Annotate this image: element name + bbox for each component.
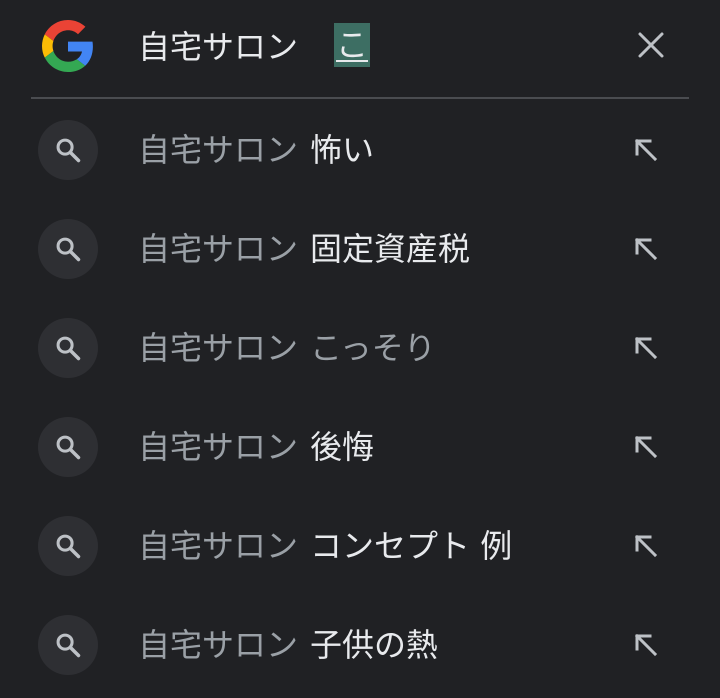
suggestion-suffix: 子供の熱 bbox=[310, 626, 439, 664]
suggestion-suffix: 固定資産税 bbox=[310, 230, 471, 268]
suggestion-text: 自宅サロン 子供の熱 bbox=[138, 623, 438, 667]
suggestion-item[interactable]: 自宅サロン コンセプト 例 bbox=[0, 496, 720, 595]
search-suggestions-screen: 自宅サロン こ 自宅サロン 怖い 自宅サロン 固定資産税 自宅サロン こっそり … bbox=[0, 0, 720, 698]
suggestion-text: 自宅サロン 怖い bbox=[138, 128, 374, 172]
suggestion-suffix: コンセプト 例 bbox=[310, 527, 513, 565]
search-input[interactable]: 自宅サロン こ bbox=[138, 22, 371, 68]
search-bar[interactable]: 自宅サロン こ bbox=[0, 0, 720, 96]
search-icon bbox=[56, 534, 81, 559]
suggestion-text: 自宅サロン コンセプト 例 bbox=[138, 524, 512, 568]
search-icon-circle bbox=[38, 120, 98, 180]
suggestion-item[interactable]: 自宅サロン 子供の熱 bbox=[0, 595, 720, 694]
suggestion-prefix: 自宅サロン bbox=[138, 230, 299, 268]
fill-query-button[interactable] bbox=[624, 623, 668, 667]
arrow-up-left-icon bbox=[634, 237, 658, 261]
suggestion-suffix: こっそり bbox=[310, 329, 436, 367]
clear-search-button[interactable] bbox=[626, 20, 676, 70]
fill-query-button[interactable] bbox=[624, 326, 668, 370]
suggestion-text: 自宅サロン こっそり bbox=[138, 326, 436, 370]
divider bbox=[31, 97, 689, 99]
arrow-up-left-icon bbox=[634, 534, 658, 558]
fill-query-button[interactable] bbox=[624, 425, 668, 469]
suggestion-suffix: 怖い bbox=[310, 131, 375, 169]
fill-query-button[interactable] bbox=[624, 524, 668, 568]
suggestion-prefix: 自宅サロン bbox=[138, 527, 299, 565]
suggestion-item[interactable]: 自宅サロン 怖い bbox=[0, 100, 720, 199]
suggestion-prefix: 自宅サロン bbox=[138, 131, 299, 169]
suggestion-suffix: 後悔 bbox=[310, 428, 375, 466]
suggestion-prefix: 自宅サロン bbox=[138, 329, 299, 367]
search-icon bbox=[56, 138, 81, 163]
suggestion-prefix: 自宅サロン bbox=[138, 428, 299, 466]
suggestion-item[interactable]: 自宅サロン こっそり bbox=[0, 298, 720, 397]
fill-query-button[interactable] bbox=[624, 227, 668, 271]
search-icon-circle bbox=[38, 318, 98, 378]
arrow-up-left-icon bbox=[634, 435, 658, 459]
search-query-text: 自宅サロン bbox=[138, 28, 299, 66]
search-icon bbox=[56, 336, 81, 361]
search-icon bbox=[56, 633, 81, 658]
suggestion-list: 自宅サロン 怖い 自宅サロン 固定資産税 自宅サロン こっそり 自宅サロン 後悔… bbox=[0, 100, 720, 694]
search-icon bbox=[56, 237, 81, 262]
suggestion-item[interactable]: 自宅サロン 後悔 bbox=[0, 397, 720, 496]
search-icon-circle bbox=[38, 417, 98, 477]
arrow-up-left-icon bbox=[634, 336, 658, 360]
suggestion-prefix: 自宅サロン bbox=[138, 626, 299, 664]
google-logo-icon bbox=[42, 20, 93, 72]
search-icon-circle bbox=[38, 219, 98, 279]
suggestion-item[interactable]: 自宅サロン 固定資産税 bbox=[0, 199, 720, 298]
suggestion-text: 自宅サロン 固定資産税 bbox=[138, 227, 470, 271]
close-icon bbox=[638, 32, 664, 58]
arrow-up-left-icon bbox=[634, 633, 658, 657]
search-icon bbox=[56, 435, 81, 460]
arrow-up-left-icon bbox=[634, 138, 658, 162]
search-icon-circle bbox=[38, 615, 98, 675]
fill-query-button[interactable] bbox=[624, 128, 668, 172]
ime-composing-text: こ bbox=[334, 23, 371, 67]
search-icon-circle bbox=[38, 516, 98, 576]
suggestion-text: 自宅サロン 後悔 bbox=[138, 425, 374, 469]
